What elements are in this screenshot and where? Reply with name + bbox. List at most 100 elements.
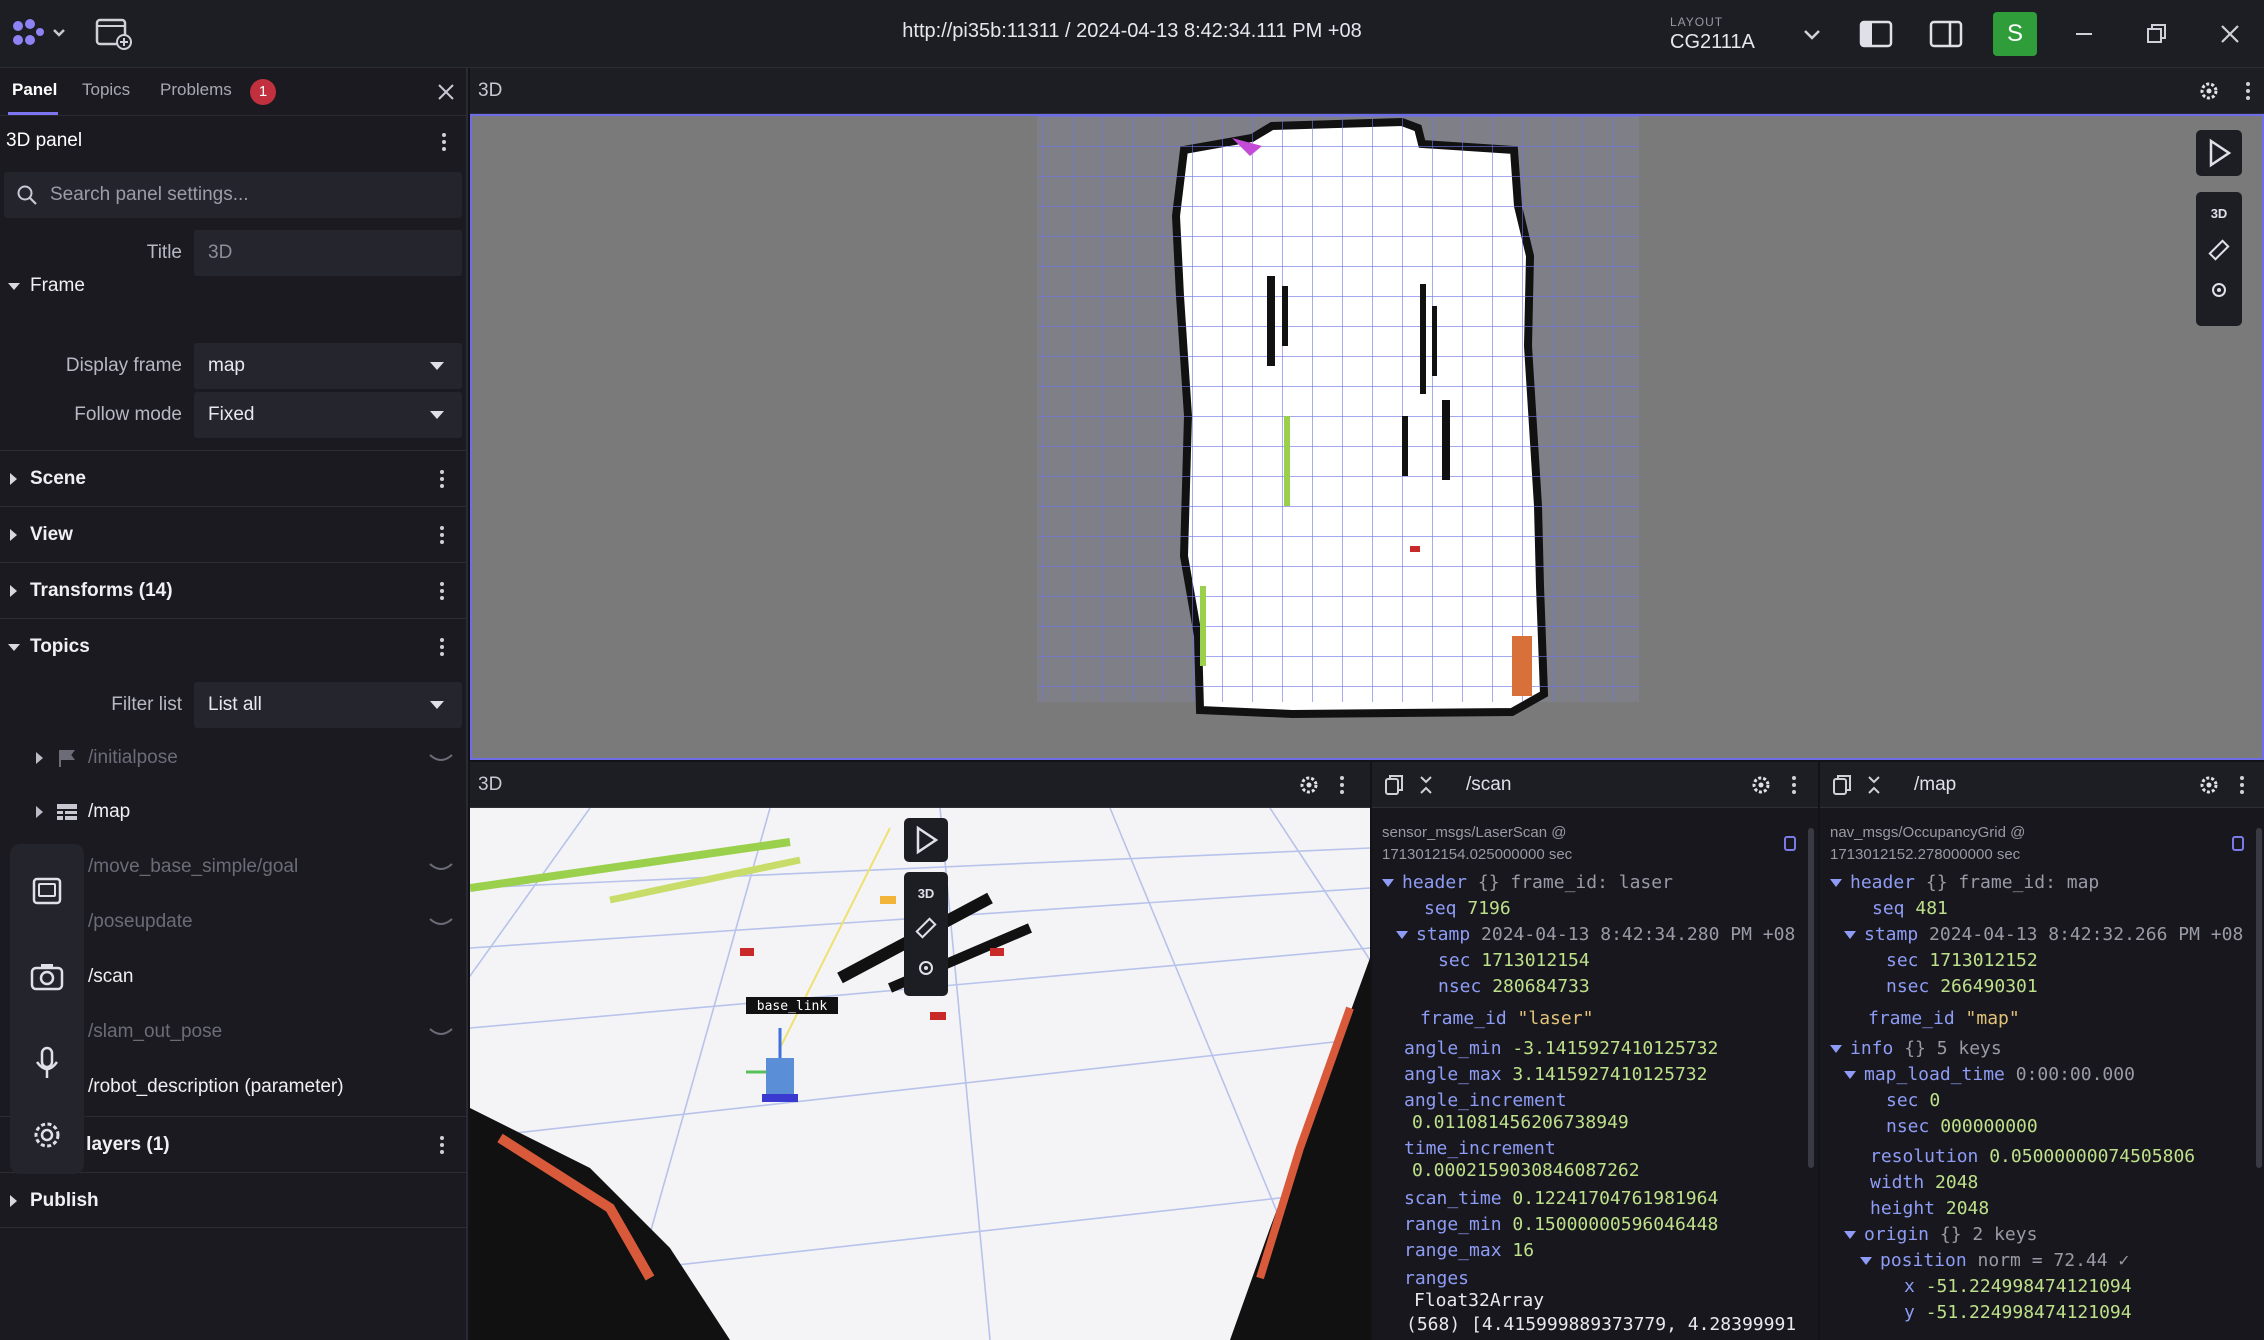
group-menu-icon[interactable] bbox=[432, 579, 452, 603]
microphone-icon[interactable] bbox=[26, 1042, 68, 1084]
camera-icon[interactable] bbox=[26, 956, 68, 998]
occupancy-map-topdown bbox=[1037, 116, 1639, 719]
minimize-icon[interactable] bbox=[2066, 16, 2102, 52]
copy-icon[interactable] bbox=[2230, 832, 2248, 852]
topic-name: /initialpose bbox=[88, 747, 178, 768]
topic-item-initialpose[interactable]: /initialpose bbox=[0, 732, 466, 784]
right-sidebar-toggle-icon[interactable] bbox=[1928, 17, 1964, 51]
tree-row-frame-id: frame_id "map" bbox=[1868, 1008, 2020, 1029]
caret-down-icon bbox=[430, 701, 444, 709]
group-frame[interactable]: Frame bbox=[0, 258, 466, 314]
publish-point-icon[interactable] bbox=[916, 958, 936, 978]
display-frame-label: Display frame bbox=[65, 355, 182, 376]
hidden-eye-icon[interactable] bbox=[428, 752, 454, 766]
group-transforms-label: Transforms (14) bbox=[30, 580, 173, 601]
publish-point-icon[interactable] bbox=[2209, 280, 2229, 300]
left-sidebar-toggle-icon[interactable] bbox=[1858, 17, 1894, 51]
copy-icon[interactable] bbox=[1830, 773, 1854, 797]
scrollbar[interactable] bbox=[1808, 828, 1814, 1168]
tree-row-angle-increment-key: angle_increment bbox=[1404, 1090, 1567, 1111]
search-input[interactable]: Search panel settings... bbox=[4, 172, 462, 218]
panel-menu-icon[interactable] bbox=[1784, 773, 1804, 797]
panel-settings-gear-icon[interactable] bbox=[2198, 774, 2220, 796]
panel-menu-icon[interactable] bbox=[2232, 773, 2252, 797]
select-tool-button[interactable] bbox=[904, 818, 948, 862]
settings-gear-icon[interactable] bbox=[26, 1114, 68, 1156]
panel-settings-gear-icon[interactable] bbox=[2198, 80, 2220, 102]
tree-row-map-load-time[interactable]: map_load_time 0:00:00.000 bbox=[1844, 1064, 2135, 1085]
select-tool-button[interactable] bbox=[2196, 130, 2242, 176]
ruler-icon[interactable] bbox=[2207, 238, 2231, 262]
user-avatar[interactable]: S bbox=[1993, 12, 2037, 56]
panel-settings-gear-icon[interactable] bbox=[1298, 774, 1320, 796]
group-transforms[interactable]: Transforms (14) bbox=[0, 562, 466, 618]
copy-icon[interactable] bbox=[1382, 773, 1406, 797]
top-3d-viewport[interactable]: 3D bbox=[470, 114, 2264, 760]
layout-name[interactable]: CG2111A bbox=[1670, 31, 1755, 54]
topic-path[interactable]: /map bbox=[1914, 774, 1956, 796]
tree-row-position[interactable]: position norm = 72.44 ✓ bbox=[1860, 1250, 2129, 1271]
filter-list-select[interactable]: List all bbox=[194, 682, 462, 728]
scrollbar[interactable] bbox=[2256, 828, 2262, 1168]
hidden-eye-icon[interactable] bbox=[428, 1026, 454, 1040]
copy-icon[interactable] bbox=[1782, 832, 1800, 852]
tree-row-header[interactable]: header {} frame_id: map bbox=[1830, 872, 2099, 893]
follow-mode-select[interactable]: Fixed bbox=[194, 392, 462, 438]
tree-row-ranges[interactable]: ranges bbox=[1404, 1268, 1469, 1289]
hidden-eye-icon[interactable] bbox=[428, 916, 454, 930]
group-topics[interactable]: Topics bbox=[0, 618, 466, 674]
group-menu-icon[interactable] bbox=[432, 523, 452, 547]
tab-panel[interactable]: Panel bbox=[12, 80, 57, 100]
tree-row-angle-max: angle_max 3.1415927410125732 bbox=[1404, 1064, 1708, 1085]
tree-row-time-increment-val: 0.0002159030846087262 bbox=[1412, 1160, 1640, 1181]
tab-problems[interactable]: Problems bbox=[160, 80, 232, 100]
expand-triangle-icon bbox=[10, 585, 17, 597]
display-frame-select[interactable]: map bbox=[194, 343, 462, 389]
tree-row-height: height 2048 bbox=[1870, 1198, 1990, 1219]
cursor-arrow-icon bbox=[2209, 138, 2232, 168]
group-view[interactable]: View bbox=[0, 506, 466, 562]
tree-row-range-min: range_min 0.15000000596046448 bbox=[1404, 1214, 1719, 1235]
group-topics-label: Topics bbox=[30, 636, 90, 657]
caret-down-icon bbox=[430, 362, 444, 370]
group-scene[interactable]: Scene bbox=[0, 450, 466, 506]
tree-row-angle-increment-val: 0.011081456206738949 bbox=[1412, 1112, 1629, 1133]
collapse-all-icon[interactable] bbox=[1864, 773, 1884, 797]
restore-icon[interactable] bbox=[2138, 16, 2174, 52]
tree-row-angle-min: angle_min -3.1415927410125732 bbox=[1404, 1038, 1719, 1059]
panel-settings-gear-icon[interactable] bbox=[1750, 774, 1772, 796]
expand-triangle-icon bbox=[10, 1195, 17, 1207]
tree-row-origin[interactable]: origin {} 2 keys bbox=[1844, 1224, 2037, 1245]
close-icon[interactable] bbox=[434, 80, 458, 104]
group-menu-icon[interactable] bbox=[432, 467, 452, 491]
tab-topics[interactable]: Topics bbox=[82, 80, 130, 100]
screen-capture-icon[interactable] bbox=[26, 870, 68, 912]
scan-message-tree: sensor_msgs/LaserScan @ 1713012154.02500… bbox=[1372, 808, 1818, 1340]
collapse-all-icon[interactable] bbox=[1416, 773, 1436, 797]
toggle-3d-mode-button[interactable]: 3D bbox=[2196, 206, 2242, 221]
map-message-tree: nav_msgs/OccupancyGrid @ 1713012152.2780… bbox=[1820, 808, 2264, 1340]
panel-settings-menu-icon[interactable] bbox=[434, 130, 454, 154]
panel-menu-icon[interactable] bbox=[1332, 773, 1352, 797]
bottom-3d-viewport[interactable]: base_link 3D bbox=[470, 808, 1370, 1340]
ruler-icon[interactable] bbox=[914, 916, 938, 940]
tree-row-header[interactable]: header {} frame_id: laser bbox=[1382, 872, 1673, 893]
tree-row-nsec: nsec 266490301 bbox=[1886, 976, 2038, 997]
hidden-eye-icon[interactable] bbox=[428, 861, 454, 875]
tree-row-stamp[interactable]: stamp 2024-04-13 8:42:34.280 PM +08 bbox=[1396, 924, 1795, 945]
expand-triangle-icon bbox=[36, 806, 43, 818]
group-menu-icon[interactable] bbox=[432, 635, 452, 659]
chevron-down-icon[interactable] bbox=[1800, 22, 1824, 46]
tree-row-info[interactable]: info {} 5 keys bbox=[1830, 1038, 2002, 1059]
tree-row-stamp[interactable]: stamp 2024-04-13 8:42:32.266 PM +08 bbox=[1844, 924, 2243, 945]
panel-menu-icon[interactable] bbox=[2238, 79, 2258, 103]
topic-path[interactable]: /scan bbox=[1466, 774, 1511, 796]
caret-down-icon bbox=[430, 411, 444, 419]
group-publish[interactable]: Publish bbox=[0, 1172, 466, 1228]
group-menu-icon[interactable] bbox=[432, 1133, 452, 1157]
topic-item-map[interactable]: /map bbox=[0, 786, 466, 838]
toggle-3d-mode-button[interactable]: 3D bbox=[904, 886, 948, 901]
tree-row-x: x -51.224998474121094 bbox=[1904, 1276, 2132, 1297]
tree-row-sec: sec 1713012152 bbox=[1886, 950, 2038, 971]
close-window-icon[interactable] bbox=[2212, 16, 2248, 52]
